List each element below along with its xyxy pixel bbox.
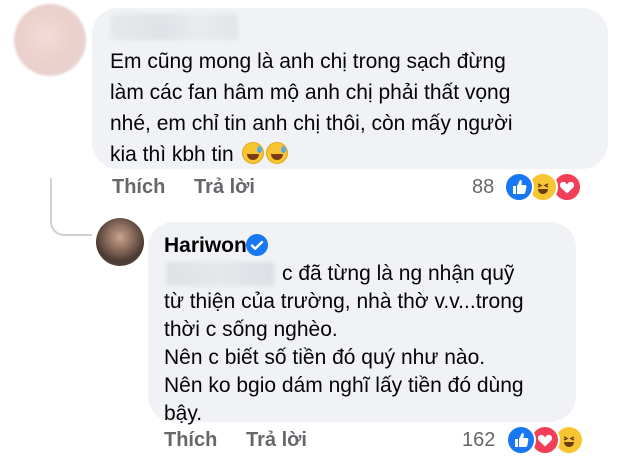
comment-line: Em cũng mong là anh chị trong sạch đừng <box>110 50 506 73</box>
reply-link[interactable]: Trả lời <box>246 429 307 452</box>
comment-line: kia thì kbh tin <box>110 139 580 170</box>
reply-line: Nên c biết số tiền đó quý như nào. <box>164 346 486 369</box>
reaction-count[interactable]: 162 <box>462 429 495 452</box>
reply-thread-line <box>50 178 92 236</box>
hariwon-avatar[interactable] <box>96 218 144 266</box>
comment-line: làm các fan hâm mộ anh chị phải thất vọn… <box>110 81 511 104</box>
comment-text: Em cũng mong là anh chị trong sạch đừng … <box>110 46 580 170</box>
reply-author-name[interactable]: Hariwon <box>164 234 247 258</box>
sweat-smile-emoji-icon <box>265 142 288 164</box>
reply-line: Nên ko bgio dám nghĩ lấy tiền đó dùng <box>164 374 524 397</box>
reply-line: bậy. <box>164 402 203 425</box>
reply-line: từ thiện của trường, nhà thờ v.v...trong <box>164 290 524 313</box>
commenter-avatar-blurred[interactable] <box>14 4 86 76</box>
like-reaction-icon[interactable] <box>504 172 534 202</box>
like-reaction-icon[interactable] <box>506 425 536 455</box>
reply-link[interactable]: Trả lời <box>194 176 255 199</box>
like-link[interactable]: Thích <box>112 176 165 199</box>
comment-line-text: kia thì kbh tin <box>110 143 234 166</box>
reply-text: c đã từng là ng nhận quỹ từ thiện của tr… <box>164 260 564 428</box>
like-link[interactable]: Thích <box>164 429 217 452</box>
reply-line: thời c sống nghèo. <box>164 318 338 341</box>
verified-badge-icon <box>246 234 268 256</box>
comment-line: nhé, em chỉ tin anh chị thôi, còn mấy ng… <box>110 112 513 135</box>
commenter-name-blurred[interactable] <box>110 14 238 40</box>
sweat-smile-emoji-icon <box>241 142 264 164</box>
reply-line: c đã từng là ng nhận quỹ <box>282 262 515 285</box>
reaction-count[interactable]: 88 <box>472 176 494 199</box>
